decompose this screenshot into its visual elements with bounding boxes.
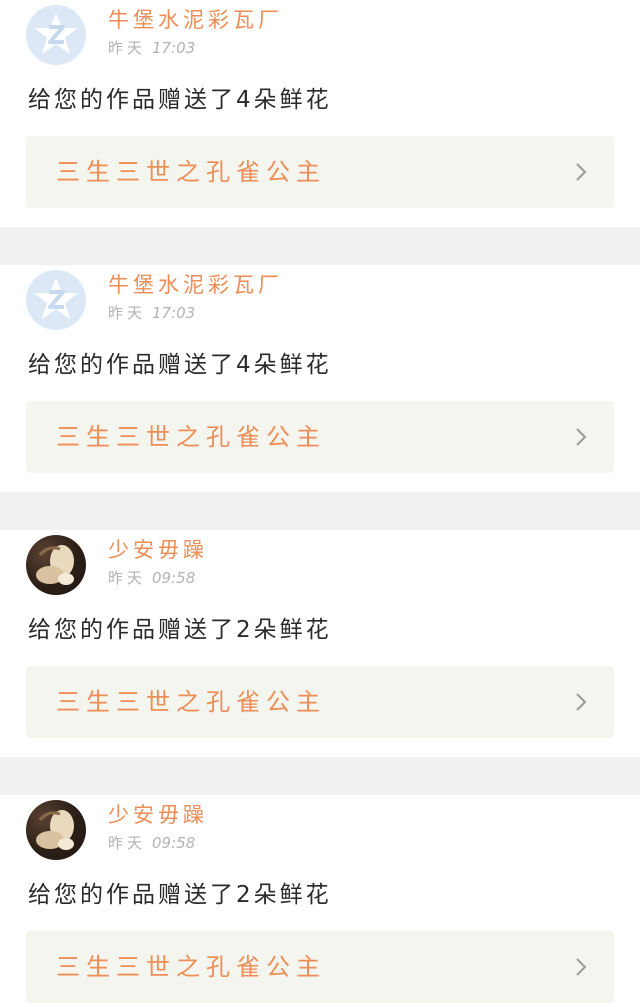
notification-card: 牛堡水泥彩瓦厂 昨天 17:03 给您的作品赠送了4朵鲜花 三生三世之孔雀公主: [0, 0, 640, 227]
card-separator: [0, 492, 640, 530]
chevron-right-icon: [576, 958, 587, 976]
default-qq-avatar-icon[interactable]: [26, 270, 86, 330]
notification-card: 少安毋躁 昨天 09:58 给您的作品赠送了2朵鲜花 三生三世之孔雀公主: [0, 795, 640, 1007]
timestamp-day: 昨天: [108, 304, 147, 322]
notification-card: 少安毋躁 昨天 09:58 给您的作品赠送了2朵鲜花 三生三世之孔雀公主: [0, 530, 640, 757]
chevron-right-icon: [576, 163, 587, 181]
timestamp-time: 09:58: [152, 834, 196, 852]
qq-star-icon: [34, 13, 78, 54]
notification-feed: 牛堡水泥彩瓦厂 昨天 17:03 给您的作品赠送了4朵鲜花 三生三世之孔雀公主 牛…: [0, 0, 640, 1007]
work-title: 三生三世之孔雀公主: [56, 688, 326, 716]
timestamp: 昨天 09:58: [108, 568, 195, 588]
timestamp-day: 昨天: [108, 569, 147, 587]
user-photo-avatar[interactable]: [26, 800, 86, 860]
timestamp: 昨天 17:03: [108, 303, 195, 323]
notification-card: 牛堡水泥彩瓦厂 昨天 17:03 给您的作品赠送了4朵鲜花 三生三世之孔雀公主: [0, 265, 640, 492]
timestamp-day: 昨天: [108, 834, 147, 852]
gift-message: 给您的作品赠送了2朵鲜花: [28, 882, 332, 908]
work-title: 三生三世之孔雀公主: [56, 158, 326, 186]
avatar-photo: [36, 810, 74, 850]
user-photo-avatar[interactable]: [26, 535, 86, 595]
work-link-button[interactable]: 三生三世之孔雀公主: [26, 931, 614, 1003]
sender-name[interactable]: 牛堡水泥彩瓦厂: [108, 272, 283, 298]
work-link-button[interactable]: 三生三世之孔雀公主: [26, 401, 614, 473]
chevron-right-icon: [576, 428, 587, 446]
gift-message: 给您的作品赠送了4朵鲜花: [28, 87, 332, 113]
card-separator: [0, 757, 640, 795]
gift-message: 给您的作品赠送了2朵鲜花: [28, 617, 332, 643]
default-qq-avatar-icon[interactable]: [26, 5, 86, 65]
work-title: 三生三世之孔雀公主: [56, 423, 326, 451]
qq-star-icon: [34, 278, 78, 319]
timestamp-time: 17:03: [152, 39, 196, 57]
avatar-photo: [36, 545, 74, 585]
timestamp-time: 17:03: [152, 304, 196, 322]
chevron-right-icon: [576, 693, 587, 711]
sender-name[interactable]: 牛堡水泥彩瓦厂: [108, 7, 283, 33]
timestamp-time: 09:58: [152, 569, 196, 587]
gift-message: 给您的作品赠送了4朵鲜花: [28, 352, 332, 378]
sender-name[interactable]: 少安毋躁: [108, 802, 208, 828]
card-separator: [0, 227, 640, 265]
work-link-button[interactable]: 三生三世之孔雀公主: [26, 136, 614, 208]
work-link-button[interactable]: 三生三世之孔雀公主: [26, 666, 614, 738]
sender-name[interactable]: 少安毋躁: [108, 537, 208, 563]
timestamp: 昨天 17:03: [108, 38, 195, 58]
work-title: 三生三世之孔雀公主: [56, 953, 326, 981]
timestamp: 昨天 09:58: [108, 833, 195, 853]
timestamp-day: 昨天: [108, 39, 147, 57]
